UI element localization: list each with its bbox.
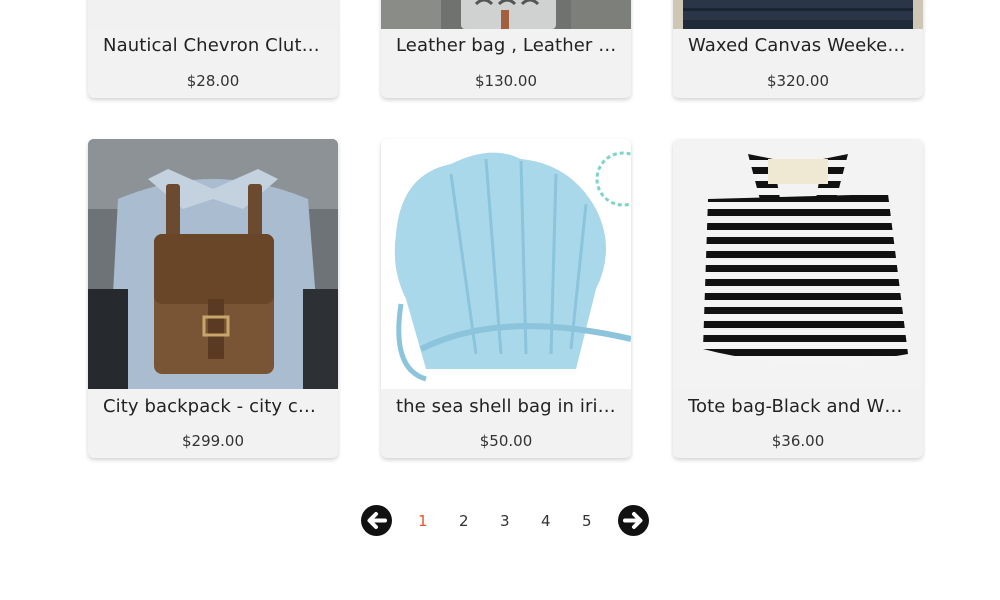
product-card[interactable]: Nautical Chevron Clutch - Navy Blue $28.… — [88, 0, 338, 98]
product-price: $28.00 — [186, 72, 240, 90]
page-link-2[interactable]: 2 — [459, 512, 469, 530]
page-link-5[interactable]: 5 — [582, 512, 592, 530]
product-card[interactable]: City backpack - city camel leather $299.… — [88, 139, 338, 458]
product-price: $320.00 — [766, 72, 830, 90]
product-title[interactable]: City backpack - city camel leather — [103, 396, 324, 417]
product-price: $130.00 — [474, 72, 538, 90]
pagination: 1 2 3 4 5 — [0, 505, 1000, 537]
product-card[interactable]: Waxed Canvas Weekender Bag $320.00 — [673, 0, 923, 98]
product-card[interactable]: Leather bag , Leather handbag $130.00 — [381, 0, 631, 98]
product-image[interactable] — [88, 139, 338, 389]
arrow-right-icon[interactable] — [618, 505, 649, 536]
page-link-4[interactable]: 4 — [541, 512, 551, 530]
product-price: $299.00 — [181, 432, 245, 450]
product-price: $36.00 — [771, 432, 825, 450]
page-link-1[interactable]: 1 — [418, 512, 428, 530]
product-image[interactable] — [673, 139, 923, 389]
product-card[interactable]: the sea shell bag in iridescent blue $50… — [381, 139, 631, 458]
product-title[interactable]: the sea shell bag in iridescent blue — [396, 396, 617, 417]
product-title[interactable]: Nautical Chevron Clutch - Navy Blue — [103, 35, 324, 56]
product-title[interactable]: Tote bag-Black and White Stripes — [688, 396, 909, 417]
product-image[interactable] — [673, 0, 923, 29]
product-title[interactable]: Waxed Canvas Weekender Bag — [688, 35, 909, 56]
arrow-left-icon[interactable] — [361, 505, 392, 536]
product-title[interactable]: Leather bag , Leather handbag — [396, 35, 617, 56]
page-link-3[interactable]: 3 — [500, 512, 510, 530]
product-image[interactable] — [88, 0, 338, 29]
product-card[interactable]: Tote bag-Black and White Stripes $36.00 — [673, 139, 923, 458]
product-price: $50.00 — [479, 432, 533, 450]
product-image[interactable] — [381, 139, 631, 389]
product-image[interactable] — [381, 0, 631, 29]
